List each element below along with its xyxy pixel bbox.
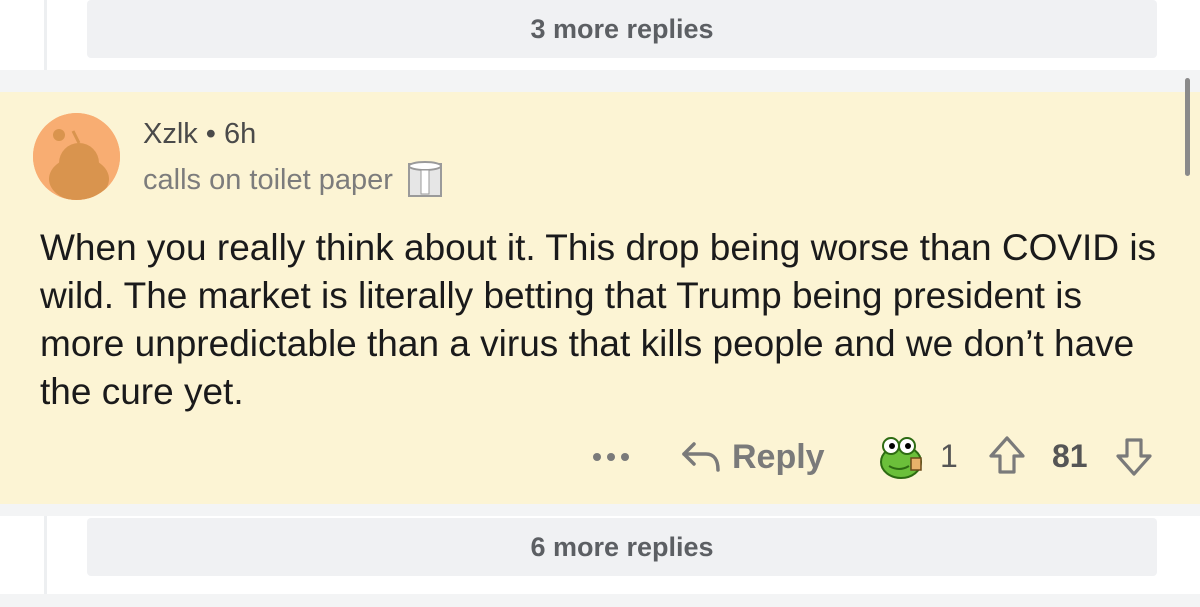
more-replies-label-bottom: 6 more replies <box>530 531 714 562</box>
reply-label: Reply <box>732 437 825 476</box>
thread-line-top <box>44 0 47 70</box>
thread-line-bottom <box>44 505 47 595</box>
comment-actions: Reply 1 81 <box>0 432 1200 482</box>
meta-separator: • <box>205 118 216 150</box>
scrollbar[interactable] <box>1185 78 1190 176</box>
frog-award-icon[interactable] <box>877 432 927 482</box>
separator-footer <box>0 594 1200 607</box>
separator-top <box>0 70 1200 92</box>
reply-arrow-icon <box>682 442 720 472</box>
ellipsis-icon[interactable] <box>592 452 630 462</box>
timestamp: 6h <box>223 118 257 150</box>
more-replies-button-bottom[interactable]: 6 more replies <box>87 518 1157 576</box>
flair-text: calls on toilet paper <box>143 163 393 196</box>
upvote-arrow-icon[interactable] <box>985 434 1029 478</box>
comment-body: When you really think about it. This dro… <box>40 227 1157 412</box>
downvote-arrow-icon[interactable] <box>1112 434 1156 478</box>
username[interactable]: Xzlk <box>143 118 198 150</box>
reply-button[interactable]: Reply <box>680 434 825 480</box>
more-replies-button-top[interactable]: 3 more replies <box>87 0 1157 58</box>
avatar[interactable] <box>33 113 120 200</box>
more-replies-label: 3 more replies <box>530 13 714 44</box>
toilet-paper-icon <box>407 161 442 197</box>
comment-author-line: Xzlk • 6h <box>143 118 256 151</box>
snoo-avatar-icon <box>33 113 120 200</box>
separator-bottom <box>0 504 1200 516</box>
user-flair: calls on toilet paper <box>143 160 445 200</box>
vote-score: 81 <box>1052 438 1088 474</box>
award-count: 1 <box>940 438 958 474</box>
